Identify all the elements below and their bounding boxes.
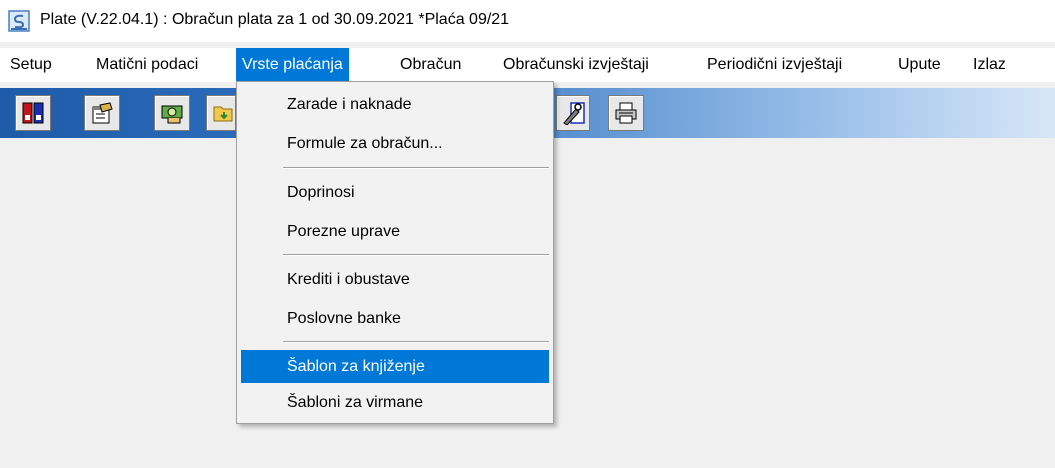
toolbar-tools-button[interactable] [556, 95, 590, 131]
toolbar-binders-button[interactable] [15, 95, 51, 131]
app-icon [8, 10, 30, 32]
printer-icon [615, 102, 637, 124]
title-bar: Plate (V.22.04.1) : Obračun plata za 1 o… [0, 0, 1055, 42]
money-icon [161, 105, 183, 124]
menu-obracunski-izvjestaji[interactable]: Obračunski izvještaji [503, 48, 649, 82]
menu-separator [283, 254, 549, 256]
folder-import-icon [213, 106, 233, 122]
menu-obracun[interactable]: Obračun [400, 48, 461, 82]
menu-item-krediti-i-obustave[interactable]: Krediti i obustave [241, 263, 549, 296]
toolbar-folder-import-button[interactable] [206, 95, 236, 131]
menu-periodicni-izvjestaji[interactable]: Periodični izvještaji [707, 48, 842, 82]
toolbar-print-button[interactable] [608, 95, 644, 131]
binders-icon [22, 102, 44, 124]
menu-item-zarade-i-naknade[interactable]: Zarade i naknade [241, 88, 549, 121]
menu-upute[interactable]: Upute [898, 48, 941, 82]
toolbar-money-button[interactable] [154, 95, 190, 131]
menu-item-doprinosi[interactable]: Doprinosi [241, 176, 549, 209]
menu-izlaz[interactable]: Izlaz [973, 48, 1006, 82]
menu-maticni-podaci[interactable]: Matični podaci [96, 48, 198, 82]
menu-item-formule-za-obracun[interactable]: Formule za obračun... [241, 127, 549, 160]
tools-icon [563, 102, 585, 125]
menu-setup[interactable]: Setup [10, 48, 52, 82]
menu-item-porezne-uprave[interactable]: Porezne uprave [241, 215, 549, 248]
menu-vrste-placanja[interactable]: Vrste plaćanja [236, 48, 349, 82]
properties-icon [92, 102, 113, 124]
app-window: Plate (V.22.04.1) : Obračun plata za 1 o… [0, 0, 1055, 468]
menu-separator [283, 341, 549, 343]
menu-separator [283, 167, 549, 169]
vrste-placanja-dropdown: Zarade i naknade Formule za obračun... D… [236, 81, 554, 424]
toolbar-properties-button[interactable] [84, 95, 120, 131]
menu-item-sablon-za-knjizenje[interactable]: Šablon za knjiženje [241, 350, 549, 383]
menu-item-sabloni-za-virmane[interactable]: Šabloni za virmane [241, 386, 549, 419]
window-title: Plate (V.22.04.1) : Obračun plata za 1 o… [40, 11, 510, 28]
menu-bar: Setup Matični podaci Vrste plaćanja Obra… [0, 48, 1055, 82]
menu-item-poslovne-banke[interactable]: Poslovne banke [241, 302, 549, 335]
